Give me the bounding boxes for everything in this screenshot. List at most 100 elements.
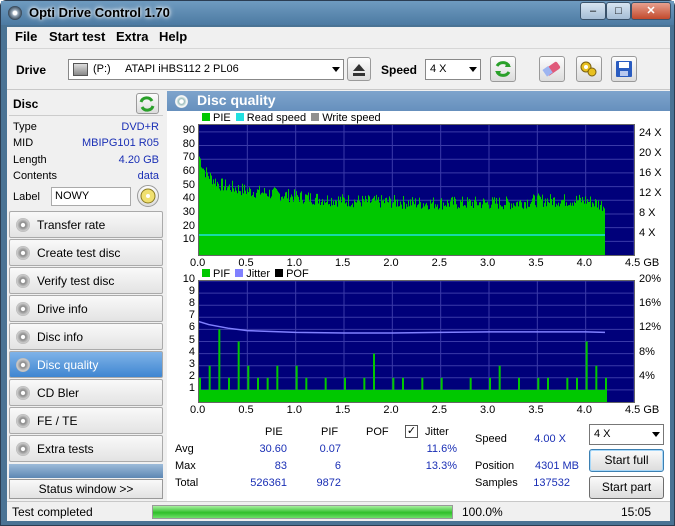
start-full-button[interactable]: Start full xyxy=(589,449,664,472)
pif-bar xyxy=(527,389,530,402)
disc-icon xyxy=(175,95,188,108)
pif-bar xyxy=(421,377,424,402)
start-part-button[interactable]: Start part xyxy=(589,476,664,499)
pif-bar xyxy=(469,377,472,402)
divider xyxy=(9,115,163,116)
x-tick-label: 3.5 xyxy=(528,257,544,269)
legend-pof: POF xyxy=(286,268,309,280)
pif-bar xyxy=(334,389,337,402)
pif-bar xyxy=(353,389,356,402)
disc-label-input[interactable]: NOWY xyxy=(51,187,131,206)
disc-quality-panel: Disc quality PIE Read speed Write speed … xyxy=(167,91,670,501)
nav-drive-info[interactable]: Drive info xyxy=(9,295,163,322)
x-tick-label: 4.5 GB xyxy=(625,404,660,416)
nav-label: Create test disc xyxy=(37,246,121,260)
close-button[interactable]: ✕ xyxy=(631,2,671,20)
stats-max-pie: 83 xyxy=(274,460,287,472)
refresh-icon xyxy=(139,96,155,112)
pif-bar xyxy=(228,377,230,402)
y-right-tick-label: 20% xyxy=(639,273,662,285)
pif-bar xyxy=(305,377,308,402)
pif-bar xyxy=(363,377,366,402)
chevron-down-icon xyxy=(332,67,340,72)
y-tick-label: 3 xyxy=(188,357,195,370)
eject-button[interactable] xyxy=(347,57,371,81)
y-tick-label: 9 xyxy=(188,285,195,298)
nav-disc-quality[interactable]: Disc quality xyxy=(9,351,163,378)
menu-file[interactable]: File xyxy=(15,29,37,44)
stats-header-pie: PIE xyxy=(265,426,283,438)
erase-button[interactable] xyxy=(539,56,565,82)
y-right-tick-label: 8% xyxy=(639,345,655,358)
legend-swatch xyxy=(275,269,284,277)
nav-fe-te[interactable]: FE / TE xyxy=(9,407,163,434)
x-tick-label: 4.0 xyxy=(576,404,592,416)
drive-icon xyxy=(73,63,88,76)
disc-icon xyxy=(16,414,30,428)
nav-spacer xyxy=(9,464,163,478)
status-window-button[interactable]: Status window >> xyxy=(9,479,163,499)
panel-header: Disc quality xyxy=(167,91,670,111)
drive-select[interactable]: (P:) ATAPI iHBS112 2 PL06 xyxy=(68,59,344,80)
menu-bar: File Start test Extra Help xyxy=(7,27,670,47)
pif-chart-legend: PIF Jitter POF xyxy=(200,268,309,280)
jitter-line xyxy=(198,320,606,334)
samples-label: Samples xyxy=(475,477,518,489)
disc-label-label: Label xyxy=(13,191,40,203)
title-bar[interactable]: Opti Drive Control 1.70 ‒ □ ✕ xyxy=(1,1,674,25)
save-icon xyxy=(616,61,632,77)
nav-disc-info[interactable]: Disc info xyxy=(9,323,163,350)
y-tick-label: 20 xyxy=(182,219,195,232)
nav-create-test-disc[interactable]: Create test disc xyxy=(9,239,163,266)
pif-bar xyxy=(498,365,501,402)
x-tick-label: 3.0 xyxy=(480,404,496,416)
label-apply-button[interactable] xyxy=(137,185,159,207)
refresh-button[interactable] xyxy=(490,56,516,82)
y-right-tick-label: 4 X xyxy=(639,227,656,239)
jitter-checkbox[interactable]: ✓ xyxy=(405,425,418,438)
pif-bar xyxy=(266,377,269,402)
settings-button[interactable] xyxy=(576,56,602,82)
samples-value: 137532 xyxy=(533,477,570,489)
nav-extra-tests[interactable]: Extra tests xyxy=(9,435,163,462)
menu-start-test[interactable]: Start test xyxy=(49,29,105,44)
stats-header-pif: PIF xyxy=(321,426,339,438)
legend-swatch xyxy=(202,113,210,121)
stats-total-label: Total xyxy=(175,477,199,489)
nav-verify-test-disc[interactable]: Verify test disc xyxy=(9,267,163,294)
y-tick-label: 10 xyxy=(182,273,195,285)
disc-contents-label: Contents xyxy=(13,170,58,182)
stats-max-label: Max xyxy=(175,460,196,472)
speed-select[interactable]: 4 X xyxy=(425,59,481,80)
maximize-button[interactable]: □ xyxy=(606,2,631,20)
disc-icon xyxy=(16,274,30,288)
nav-transfer-rate[interactable]: Transfer rate xyxy=(9,211,163,238)
disc-refresh-button[interactable] xyxy=(136,93,159,114)
pif-bar xyxy=(479,389,482,402)
settings-icon xyxy=(580,61,597,77)
y-right-tick-label: 16% xyxy=(639,297,662,310)
test-speed-select[interactable]: 4 X xyxy=(589,424,664,445)
nav-label: Verify test disc xyxy=(37,274,115,288)
nav-label: Disc quality xyxy=(37,358,99,372)
stats-avg-pif: 0.07 xyxy=(319,443,341,455)
pif-bar xyxy=(566,377,569,402)
x-tick-label: 1.0 xyxy=(286,404,302,416)
save-button[interactable] xyxy=(611,56,637,82)
y-right-tick-label: 12% xyxy=(639,321,662,334)
menu-extra[interactable]: Extra xyxy=(116,29,149,44)
nav-cd-bler[interactable]: CD Bler xyxy=(9,379,163,406)
minimize-button[interactable]: ‒ xyxy=(580,2,606,20)
pie-chart-plot xyxy=(199,125,635,255)
app-icon xyxy=(8,6,22,20)
x-tick-label: 1.5 xyxy=(335,404,351,416)
y-tick-label: 8 xyxy=(188,297,195,310)
disc-icon xyxy=(16,330,30,344)
disc-header-label: Disc xyxy=(13,97,39,111)
left-panel: Disc Type DVD+R MID MBIPG101 R05 Length … xyxy=(7,91,165,501)
pif-bar xyxy=(518,377,520,402)
nav-label: Transfer rate xyxy=(37,218,106,232)
legend-swatch xyxy=(235,113,244,121)
disc-icon xyxy=(16,442,30,456)
menu-help[interactable]: Help xyxy=(159,29,187,44)
